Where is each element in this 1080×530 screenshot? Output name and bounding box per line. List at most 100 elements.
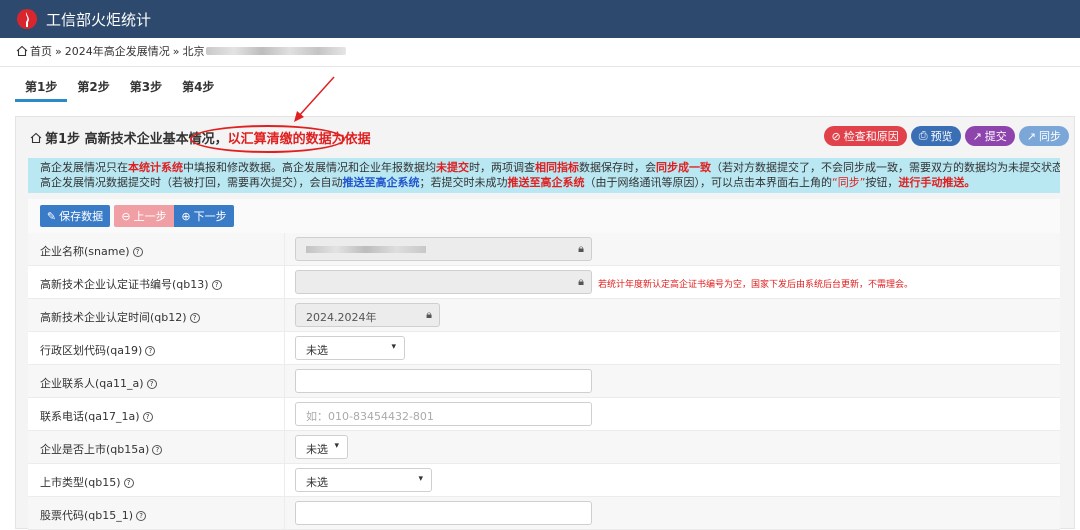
divider	[0, 66, 1080, 67]
breadcrumb-home[interactable]: 首页	[30, 43, 52, 59]
blurred-company-value	[306, 246, 426, 253]
notice-text: ；若提交时未成功	[419, 176, 508, 189]
certification-date-value: 2024.2024年	[306, 311, 377, 324]
submit-button-label: 提交	[984, 130, 1007, 143]
question-circle-icon[interactable]: ?	[145, 346, 156, 356]
panel-toolbar: ⊘ 检查和原因 ⎙ 预览 ↗ 提交 ↗ 同步	[823, 126, 1069, 146]
listed-value: 未选	[306, 443, 328, 456]
company-name-field: 🔒︎	[295, 237, 592, 261]
submit-button[interactable]: ↗ 提交	[964, 126, 1015, 146]
question-circle-icon[interactable]: ?	[123, 478, 134, 488]
column-divider	[284, 497, 285, 530]
tab-step-1[interactable]: 第1步	[15, 70, 68, 102]
notice-emphasis: 未提交	[436, 161, 469, 174]
check-button-label: 检查和原因	[843, 130, 899, 143]
chevron-down-icon: ▾	[391, 342, 396, 352]
annotation-arrow	[294, 76, 335, 122]
notice-text: （由于网络通讯等原因），可以点击本界面右上角的	[584, 176, 833, 189]
column-divider	[284, 299, 285, 332]
field-label: 高新技术企业认定证书编号(qb13)?	[40, 276, 222, 292]
notice-text: 按钮，	[865, 176, 899, 189]
notice-line-1: 高企发展情况只在本统计系统中填报和修改数据。高企发展情况和企业年报数据均未提交时…	[40, 160, 1060, 175]
form-row-qb15: 上市类型(qb15)? 未选 ▾	[28, 464, 1060, 497]
certification-date-field: 2024.2024年 🔒︎	[295, 303, 440, 327]
prev-step-label: 上一步	[133, 210, 167, 223]
field-label-text: 企业联系人(qa11_a)	[40, 377, 144, 390]
certificate-number-field: 🔒︎	[295, 270, 592, 294]
notice-text: 高企发展情况数据提交时（若被打回，需要再次提交），会自动	[40, 176, 343, 189]
field-label: 行政区划代码(qa19)?	[40, 342, 156, 358]
listing-type-value: 未选	[306, 476, 328, 489]
next-step-button[interactable]: ⊕ 下一步	[174, 205, 234, 227]
question-circle-icon[interactable]: ?	[146, 379, 157, 389]
action-row: ✎ 保存数据 ⊖ 上一步 ⊕ 下一步	[28, 199, 1060, 233]
field-label: 上市类型(qb15)?	[40, 474, 134, 490]
field-label: 联系电话(qa17_1a)?	[40, 408, 153, 424]
check-circle-icon: ⊘	[831, 129, 841, 143]
notice-emphasis: 推送至高企系统	[342, 176, 420, 189]
sync-button[interactable]: ↗ 同步	[1018, 126, 1069, 146]
home-icon[interactable]	[16, 45, 28, 57]
phone-input[interactable]: 如：010-83454432-801	[295, 402, 592, 426]
chevron-down-icon: ▾	[418, 474, 423, 484]
check-button[interactable]: ⊘ 检查和原因	[823, 126, 907, 146]
print-icon: ⎙	[918, 129, 928, 142]
basic-info-form: 企业名称(sname)? 🔒︎ 高新技术企业认定证书编号(qb13)? 🔒︎ 若…	[28, 233, 1060, 530]
field-label: 股票代码(qb15_1)?	[40, 507, 147, 523]
breadcrumb-separator: »	[172, 44, 180, 58]
column-divider	[284, 431, 285, 464]
tab-step-4[interactable]: 第4步	[172, 70, 224, 102]
main-panel: 第1步 高新技术企业基本情况 ， 以汇算清缴的数据为依据 ⊘ 检查和原因 ⎙ 预…	[15, 76, 1075, 530]
notice-text: 时，两项调查	[469, 161, 535, 174]
notice-emphasis: 同步成一致	[656, 161, 711, 174]
question-circle-icon[interactable]: ?	[152, 445, 163, 455]
field-label-text: 联系电话(qa17_1a)	[40, 410, 140, 423]
question-circle-icon[interactable]: ?	[142, 412, 153, 422]
form-row-qb151: 股票代码(qb15_1)?	[28, 497, 1060, 530]
form-row-qb15a: 企业是否上市(qb15a)? 未选 ▾	[28, 431, 1060, 464]
lock-icon: 🔒︎	[578, 242, 584, 255]
certificate-hint: 若统计年度新认定高企证书编号为空，国家下发后由系统后台更新，不需理会。	[598, 280, 914, 290]
breadcrumb: 首页 » 2024年高企发展情况 » 北京	[16, 43, 347, 59]
stock-code-input[interactable]	[295, 501, 592, 525]
column-divider	[284, 332, 285, 365]
home-icon	[30, 132, 42, 143]
region-code-select[interactable]: 未选 ▾	[295, 336, 405, 360]
notice-emphasis: 相同指标	[535, 161, 579, 174]
field-label-text: 高新技术企业认定时间(qb12)	[40, 311, 187, 324]
question-circle-icon[interactable]: ?	[136, 511, 147, 521]
column-divider	[284, 365, 285, 398]
notice-emphasis: 进行手动推送。	[898, 176, 976, 189]
tab-step-2[interactable]: 第2步	[67, 70, 119, 102]
contact-person-input[interactable]	[295, 369, 592, 393]
field-label-text: 上市类型(qb15)	[40, 476, 121, 489]
save-data-button[interactable]: ✎ 保存数据	[40, 205, 110, 227]
phone-placeholder: 如：010-83454432-801	[306, 410, 434, 423]
column-divider	[284, 233, 285, 266]
breadcrumb-section[interactable]: 2024年高企发展情况	[65, 43, 170, 59]
column-divider	[284, 266, 285, 299]
top-bar: 工信部火炬统计	[0, 0, 1080, 38]
question-circle-icon[interactable]: ?	[189, 313, 200, 323]
listed-select[interactable]: 未选 ▾	[295, 435, 348, 459]
arrow-left-circle-icon: ⊖	[121, 209, 131, 223]
breadcrumb-separator: »	[55, 44, 62, 58]
notice-text: 中填报和修改数据。高企发展情况和企业年报数据均	[183, 161, 436, 174]
form-row-qb12: 高新技术企业认定时间(qb12)? 2024.2024年 🔒︎	[28, 299, 1060, 332]
question-circle-icon[interactable]: ?	[132, 247, 143, 257]
field-label-text: 高新技术企业认定证书编号(qb13)	[40, 278, 209, 291]
notice-box: 高企发展情况只在本统计系统中填报和修改数据。高企发展情况和企业年报数据均未提交时…	[28, 158, 1060, 193]
form-row-qa17: 联系电话(qa17_1a)? 如：010-83454432-801	[28, 398, 1060, 431]
preview-button[interactable]: ⎙ 预览	[910, 126, 961, 146]
field-label-text: 企业名称(sname)	[40, 245, 130, 258]
lock-icon: 🔒︎	[426, 308, 432, 321]
next-step-label: 下一步	[193, 210, 227, 223]
question-circle-icon[interactable]: ?	[211, 280, 222, 290]
lock-icon: 🔒︎	[578, 275, 584, 288]
tab-step-3[interactable]: 第3步	[120, 70, 172, 102]
annotation-ellipse	[190, 125, 345, 153]
listing-type-select[interactable]: 未选 ▾	[295, 468, 432, 492]
prev-step-button[interactable]: ⊖ 上一步	[114, 205, 174, 227]
form-row-qa19: 行政区划代码(qa19)? 未选 ▾	[28, 332, 1060, 365]
region-code-value: 未选	[306, 344, 328, 357]
